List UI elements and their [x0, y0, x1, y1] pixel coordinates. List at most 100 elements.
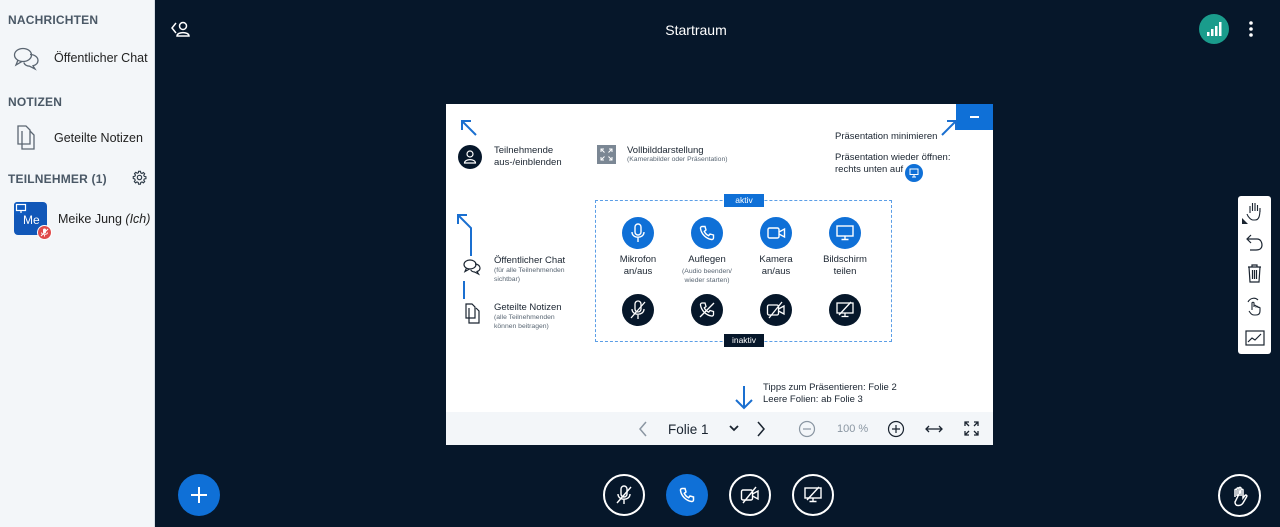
kebab-icon[interactable]	[1248, 20, 1254, 38]
notes-icon	[12, 124, 42, 152]
presenter-icon	[14, 202, 28, 215]
participant-name: Meike Jung (Ich)	[58, 212, 150, 226]
mic-icon	[622, 217, 654, 249]
notes-sub-1: (alle Teilnehmenden	[494, 314, 555, 321]
screen-off-icon	[829, 294, 861, 326]
section-title-participants: TEILNEHMER (1)	[8, 172, 107, 186]
control-label-camera-2: an/aus	[761, 266, 791, 277]
chat-sub-1: (für alle Teilnehmenden	[494, 267, 565, 274]
next-slide-icon[interactable]	[756, 421, 766, 437]
unmute-button[interactable]	[603, 474, 645, 516]
undo-icon[interactable]	[1240, 229, 1269, 257]
plus-icon	[189, 485, 209, 505]
camera-icon	[760, 217, 792, 249]
control-label-screen-1: Bildschirm	[823, 254, 867, 265]
section-title-messages: NACHRICHTEN	[8, 13, 99, 27]
previous-slide-icon[interactable]	[638, 421, 648, 437]
hand-tool-icon[interactable]	[1240, 198, 1269, 226]
gear-icon[interactable]	[132, 170, 147, 185]
reopen-text: Präsentation wieder öffnen: rechts unten…	[835, 152, 950, 176]
connector-line	[462, 281, 466, 299]
notes-icon	[463, 303, 483, 325]
slide-select[interactable]: Folie 1	[668, 422, 709, 437]
mic-off-icon	[622, 294, 654, 326]
control-label-mic: Mikrofon an/aus	[598, 254, 678, 278]
toggle-users-line-2: aus-/einblenden	[494, 157, 562, 168]
zoom-level: 100 %	[837, 423, 869, 435]
control-label-hangup: Auflegen	[688, 254, 726, 265]
active-label: aktiv	[724, 194, 764, 207]
chat-title: Öffentlicher Chat	[494, 255, 566, 266]
section-title-notes: NOTIZEN	[8, 95, 63, 109]
fit-width-icon[interactable]	[925, 423, 943, 435]
arrow-up-to-chat-icon	[455, 212, 475, 257]
meeting-title: Startraum	[665, 22, 727, 38]
camera-off-icon	[740, 486, 760, 504]
leave-audio-button[interactable]	[666, 474, 708, 516]
fullscreen-icon	[597, 145, 616, 164]
fullscreen-slide-icon[interactable]	[964, 421, 979, 436]
participant-name-text: Meike Jung	[58, 212, 122, 226]
sidebar-item-shared-notes[interactable]: Geteilte Notizen	[0, 120, 154, 156]
minimize-text: Präsentation minimieren	[835, 131, 938, 142]
notes-sub-2: können beitragen)	[494, 322, 549, 330]
sidebar: NACHRICHTEN Öffentlicher Chat NOTIZEN Ge…	[0, 0, 155, 527]
whiteboard-toolbar	[1238, 196, 1271, 354]
control-label-screen-2: teilen	[833, 266, 857, 277]
presentation-restore-icon	[905, 164, 923, 182]
arrow-up-left-icon	[459, 118, 479, 138]
shared-notes-label: Geteilte Notizen	[54, 131, 143, 145]
participant-item[interactable]: Me Meike Jung (Ich)	[0, 200, 154, 240]
presentation-slide: Teilnehmende aus-/einblenden Vollbilddar…	[446, 104, 993, 445]
share-camera-button[interactable]	[729, 474, 771, 516]
mic-muted-icon	[37, 225, 52, 240]
public-chat-label: Öffentlicher Chat	[54, 51, 148, 65]
top-bar: Startraum	[155, 0, 1280, 60]
chat-sub-2: sichtbar)	[494, 275, 521, 283]
control-label-camera: Kamera an/aus	[736, 254, 816, 278]
arrow-down-icon	[734, 386, 754, 410]
sidebar-item-public-chat[interactable]: Öffentlicher Chat	[0, 40, 154, 76]
fullscreen-sub: (Kamerabilder oder Präsentation)	[627, 156, 728, 163]
zoom-in-icon[interactable]	[887, 420, 905, 438]
trash-icon[interactable]	[1240, 260, 1269, 288]
tips-line-1: Tipps zum Präsentieren: Folie 2	[763, 382, 897, 393]
share-screen-button[interactable]	[792, 474, 834, 516]
control-label-mic-1: Mikrofon	[619, 254, 657, 265]
minus-icon	[970, 116, 979, 118]
reopen-line-2: rechts unten auf	[835, 164, 904, 175]
screen-off-icon	[804, 486, 822, 504]
control-sub-hangup: (Audio beenden/ wieder starten)	[667, 268, 747, 285]
phone-off-icon	[691, 294, 723, 326]
hand-icon	[1230, 485, 1250, 507]
actions-button[interactable]	[178, 474, 220, 516]
tips-text: Tipps zum Präsentieren: Folie 2 Leere Fo…	[763, 382, 897, 406]
control-sub-hangup-2: wieder starten)	[684, 276, 730, 284]
control-label-camera-1: Kamera	[759, 254, 793, 265]
minimize-presentation-button[interactable]	[956, 104, 993, 130]
zoom-out-icon[interactable]	[798, 420, 816, 438]
screen-share-icon	[829, 217, 861, 249]
arrow-up-right-icon	[939, 118, 959, 138]
phone-icon	[691, 217, 723, 249]
user-list-icon	[458, 145, 482, 169]
phone-icon	[679, 487, 695, 503]
chat-icon	[12, 44, 42, 72]
connection-status-button[interactable]	[1199, 14, 1229, 44]
raise-hand-button[interactable]	[1218, 474, 1261, 517]
notes-title: Geteilte Notizen	[494, 302, 562, 313]
multi-user-pointer-icon[interactable]	[1240, 292, 1269, 320]
camera-off-icon	[760, 294, 792, 326]
participant-self-tag: (Ich)	[125, 212, 151, 226]
control-label-screen: Bildschirm teilen	[805, 254, 885, 278]
connection-icon	[1206, 21, 1222, 37]
notes-sub: (alle Teilnehmenden können beitragen)	[494, 314, 555, 331]
inactive-label: inaktiv	[724, 334, 764, 347]
tips-line-2: Leere Folien: ab Folie 3	[763, 394, 863, 405]
toggle-users-text: Teilnehmende aus-/einblenden	[494, 145, 562, 169]
line-chart-tool-icon[interactable]	[1240, 324, 1269, 352]
control-label-mic-2: an/aus	[623, 266, 653, 277]
chat-sub: (für alle Teilnehmenden sichtbar)	[494, 267, 565, 284]
reopen-line-1: Präsentation wieder öffnen:	[835, 152, 951, 163]
chevron-down-icon[interactable]	[729, 425, 739, 432]
